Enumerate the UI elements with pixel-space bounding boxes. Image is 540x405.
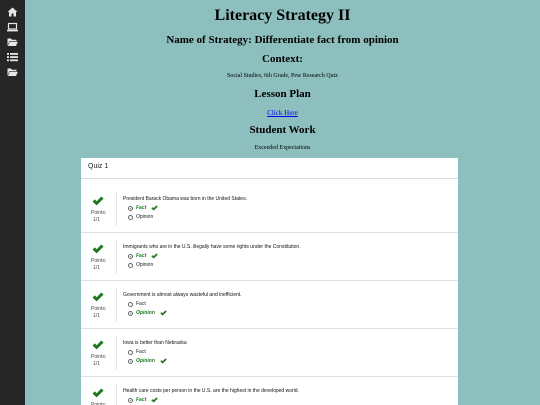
- quiz-question: Points: 1/1 Government is almost always wa…: [81, 280, 458, 328]
- context-heading: Context:: [262, 53, 303, 65]
- question-rule: [116, 192, 117, 226]
- correct-check-icon: [160, 310, 167, 316]
- radio-button[interactable]: [128, 398, 133, 403]
- radio-button[interactable]: [128, 206, 133, 211]
- correct-check-icon: [151, 397, 158, 403]
- laptop-icon[interactable]: [7, 22, 18, 32]
- page-title: Literacy Strategy II: [214, 7, 351, 24]
- correct-check-icon: [92, 340, 104, 350]
- list-icon[interactable]: [7, 52, 18, 62]
- question-text: Health care costs per person in the U.S.…: [123, 388, 299, 394]
- quiz-question: Points: 1/1 Iowa is better than Nebraska Fa…: [81, 328, 458, 376]
- question-separator: [81, 376, 458, 377]
- radio-button[interactable]: [128, 254, 133, 259]
- points-label: Points:: [91, 354, 107, 360]
- option-label: Opinion: [136, 214, 154, 220]
- folder-open-icon[interactable]: [7, 67, 18, 77]
- option-label: Fact: [136, 301, 146, 307]
- quiz-question: Points: 1/1 President Barack Obama was bor…: [81, 184, 458, 232]
- points-value: 1/1: [93, 265, 100, 271]
- radio-button[interactable]: [128, 359, 133, 364]
- correct-check-icon: [92, 388, 104, 398]
- question-separator: [81, 328, 458, 329]
- option-label: Fact: [136, 349, 146, 355]
- question-separator: [81, 232, 458, 233]
- points-label: Points:: [91, 258, 107, 264]
- question-rule: [116, 384, 117, 405]
- quiz-question: Points: 1/1 Immigrants who are in the U.S.…: [81, 232, 458, 280]
- points-label: Points:: [91, 306, 107, 312]
- option-label: Opinion: [136, 310, 155, 316]
- main-content: Literacy Strategy II Name of Strategy: D…: [25, 0, 540, 405]
- lesson-plan-heading: Lesson Plan: [254, 88, 311, 100]
- quiz-title: Quiz 1: [88, 163, 109, 170]
- radio-button[interactable]: [128, 311, 133, 316]
- lesson-plan-link[interactable]: Click Here: [25, 109, 540, 117]
- quiz-divider: [81, 178, 458, 179]
- radio-button[interactable]: [128, 215, 133, 220]
- question-separator: [81, 280, 458, 281]
- correct-check-icon: [160, 358, 167, 364]
- question-text: Iowa is better than Nebraska: [123, 340, 187, 346]
- radio-button[interactable]: [128, 302, 133, 307]
- quiz-panel: Quiz 1 Points: 1/1 President Barack Obama …: [81, 158, 458, 405]
- context-text: Social Studies, 6th Grade, Pew Research …: [227, 73, 338, 79]
- home-icon[interactable]: [7, 7, 18, 17]
- points-label: Points:: [91, 210, 107, 216]
- radio-button[interactable]: [128, 263, 133, 268]
- student-work-text: Exceeded Expectations: [254, 145, 311, 151]
- question-text: President Barack Obama was born in the U…: [123, 196, 247, 202]
- correct-check-icon: [92, 292, 104, 302]
- option-label: Fact: [136, 205, 147, 211]
- correct-check-icon: [151, 253, 158, 259]
- question-rule: [116, 336, 117, 370]
- student-work-heading: Student Work: [249, 124, 316, 136]
- question-rule: [116, 240, 117, 274]
- question-text: Immigrants who are in the U.S. illegally…: [123, 244, 301, 250]
- folder-open-icon[interactable]: [7, 37, 18, 47]
- points-value: 1/1: [93, 217, 100, 223]
- points-value: 1/1: [93, 361, 100, 367]
- correct-check-icon: [92, 196, 104, 206]
- strategy-heading: Name of Strategy: Differentiate fact fro…: [166, 34, 399, 46]
- quiz-question: Points:1/1Health care costs per person i…: [81, 376, 458, 405]
- points-value: 1/1: [93, 313, 100, 319]
- question-text: Government is almost always wasteful and…: [123, 292, 242, 298]
- sidebar: [0, 0, 25, 405]
- correct-check-icon: [151, 205, 158, 211]
- option-label: Opinion: [136, 358, 155, 364]
- option-label: Fact: [136, 397, 147, 403]
- correct-check-icon: [92, 244, 104, 254]
- question-rule: [116, 288, 117, 322]
- option-label: Fact: [136, 253, 147, 259]
- radio-button[interactable]: [128, 350, 133, 355]
- option-label: Opinion: [136, 262, 154, 268]
